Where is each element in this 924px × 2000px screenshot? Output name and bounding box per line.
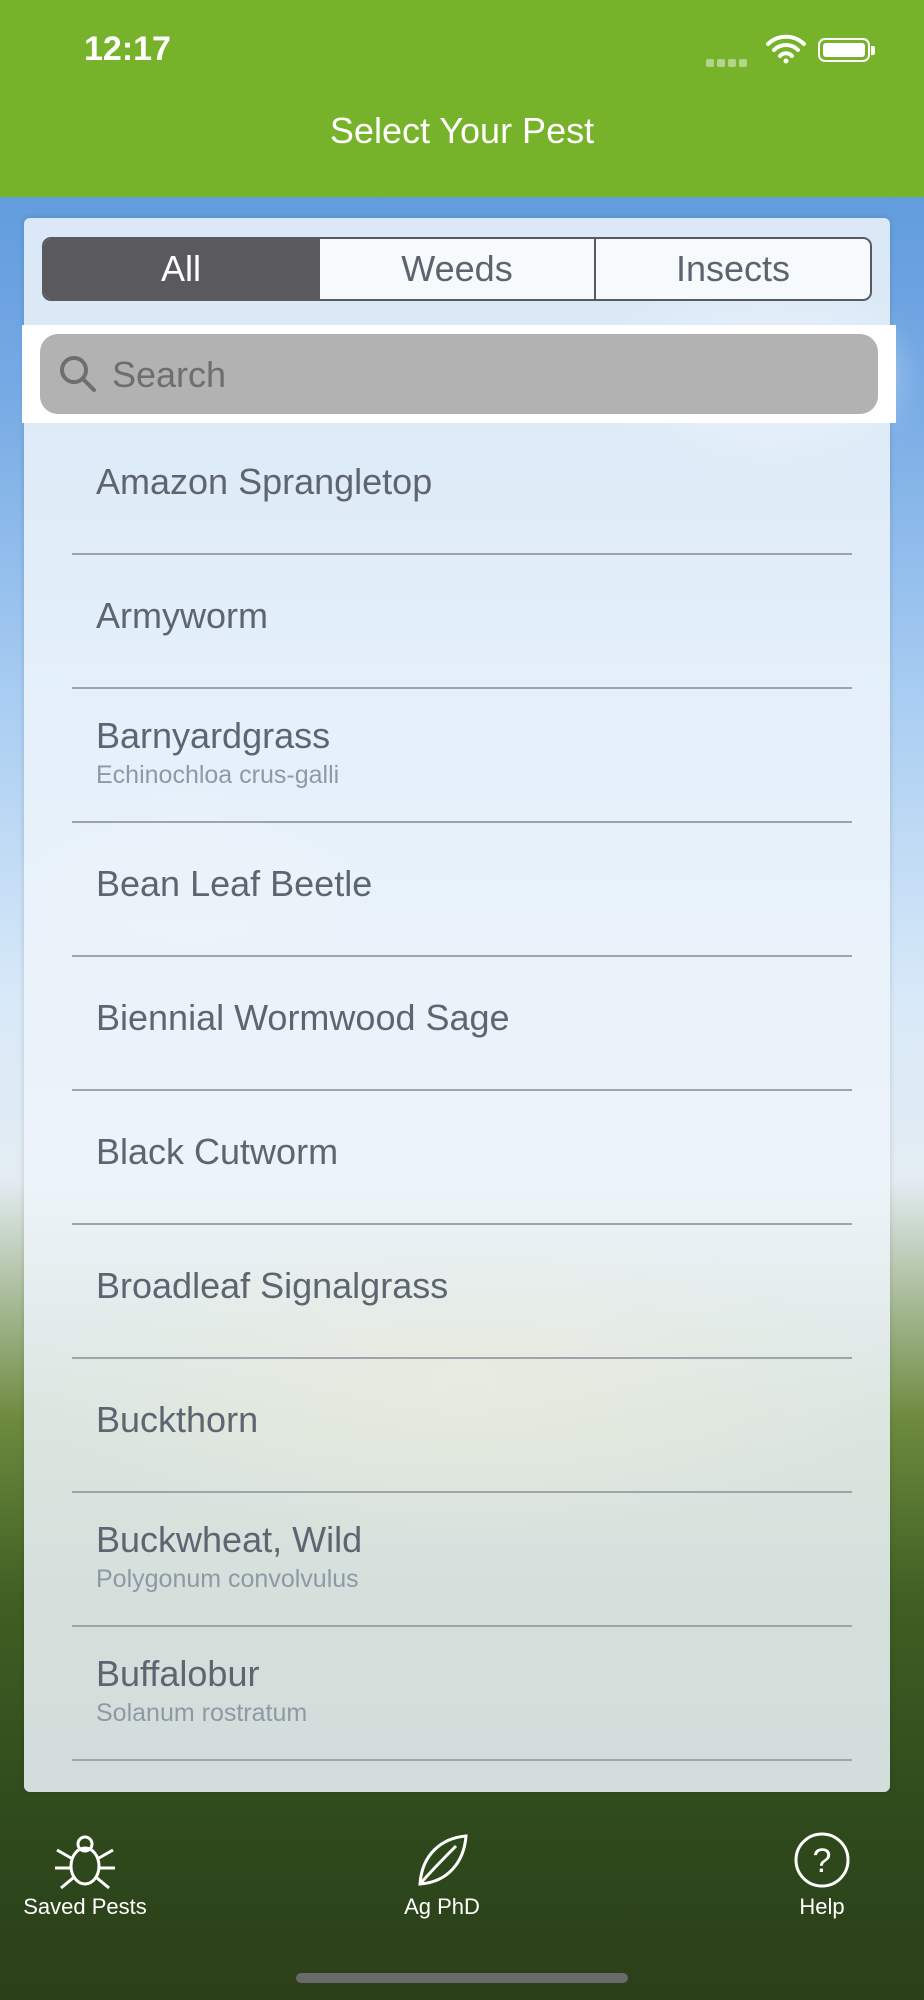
- battery-icon: [818, 38, 875, 62]
- list-item[interactable]: Black Cutworm: [72, 1091, 852, 1225]
- pest-name: Armyworm: [96, 595, 268, 636]
- leaf-icon: [418, 1834, 468, 1886]
- pest-name: Buffalobur: [96, 1653, 260, 1694]
- pest-name: Amazon Sprangletop: [96, 461, 433, 502]
- segment-insects[interactable]: Insects: [594, 239, 870, 299]
- segment-weeds[interactable]: Weeds: [318, 239, 594, 299]
- pest-name: Buckwheat, Wild: [96, 1519, 363, 1560]
- search-input[interactable]: [110, 334, 854, 416]
- list-item[interactable]: Broadleaf Signalgrass: [72, 1225, 852, 1359]
- tab-help-label: Help: [799, 1894, 845, 1919]
- segment-all[interactable]: All: [44, 239, 318, 299]
- status-icons: [706, 34, 876, 67]
- status-time: 12:17: [84, 30, 171, 68]
- list-item[interactable]: Biennial Wormwood Sage: [72, 957, 852, 1091]
- list-item[interactable]: Buffalobur Solanum rostratum: [72, 1627, 852, 1761]
- pest-name: Bean Leaf Beetle: [96, 863, 373, 904]
- search-bar: [22, 325, 896, 423]
- list-item[interactable]: Amazon Sprangletop: [72, 421, 852, 555]
- tab-ag-phd-label: Ag PhD: [404, 1894, 480, 1919]
- header-bar: 12:17 Select Your Pest: [0, 0, 924, 197]
- pest-name: Biennial Wormwood Sage: [96, 997, 510, 1038]
- pest-name: Black Cutworm: [96, 1131, 339, 1172]
- pest-name: Broadleaf Signalgrass: [96, 1265, 449, 1306]
- list-item[interactable]: Barnyardgrass Echinochloa crus-galli: [72, 689, 852, 823]
- pest-name: Buckthorn: [96, 1399, 259, 1440]
- tab-saved-pests[interactable]: Saved Pests: [20, 1830, 150, 1920]
- tab-ag-phd[interactable]: Ag PhD: [392, 1830, 492, 1920]
- bug-icon: [55, 1835, 115, 1890]
- wifi-icon: [766, 34, 806, 64]
- search-field[interactable]: [40, 334, 878, 416]
- list-item[interactable]: Bean Leaf Beetle: [72, 823, 852, 957]
- tab-help[interactable]: ? Help: [772, 1830, 872, 1920]
- page-title: Select Your Pest: [329, 110, 595, 151]
- svg-text:?: ?: [813, 1842, 832, 1880]
- home-indicator[interactable]: [296, 1973, 628, 1983]
- pest-type-segmented-control: All Weeds Insects: [42, 237, 872, 301]
- pest-scientific-name: Polygonum convolvulus: [96, 1565, 359, 1593]
- tab-saved-pests-label: Saved Pests: [23, 1894, 147, 1919]
- list-item[interactable]: Armyworm: [72, 555, 852, 689]
- search-icon: [60, 356, 96, 392]
- cellular-signal-icon: [706, 54, 750, 67]
- pest-name: Barnyardgrass: [96, 715, 331, 756]
- list-item[interactable]: Buckthorn: [72, 1359, 852, 1493]
- pest-scientific-name: Solanum rostratum: [96, 1699, 308, 1727]
- help-circle-icon: ?: [794, 1832, 850, 1888]
- list-item[interactable]: Buckwheat, Wild Polygonum convolvulus: [72, 1493, 852, 1627]
- pest-scientific-name: Echinochloa crus-galli: [96, 761, 340, 789]
